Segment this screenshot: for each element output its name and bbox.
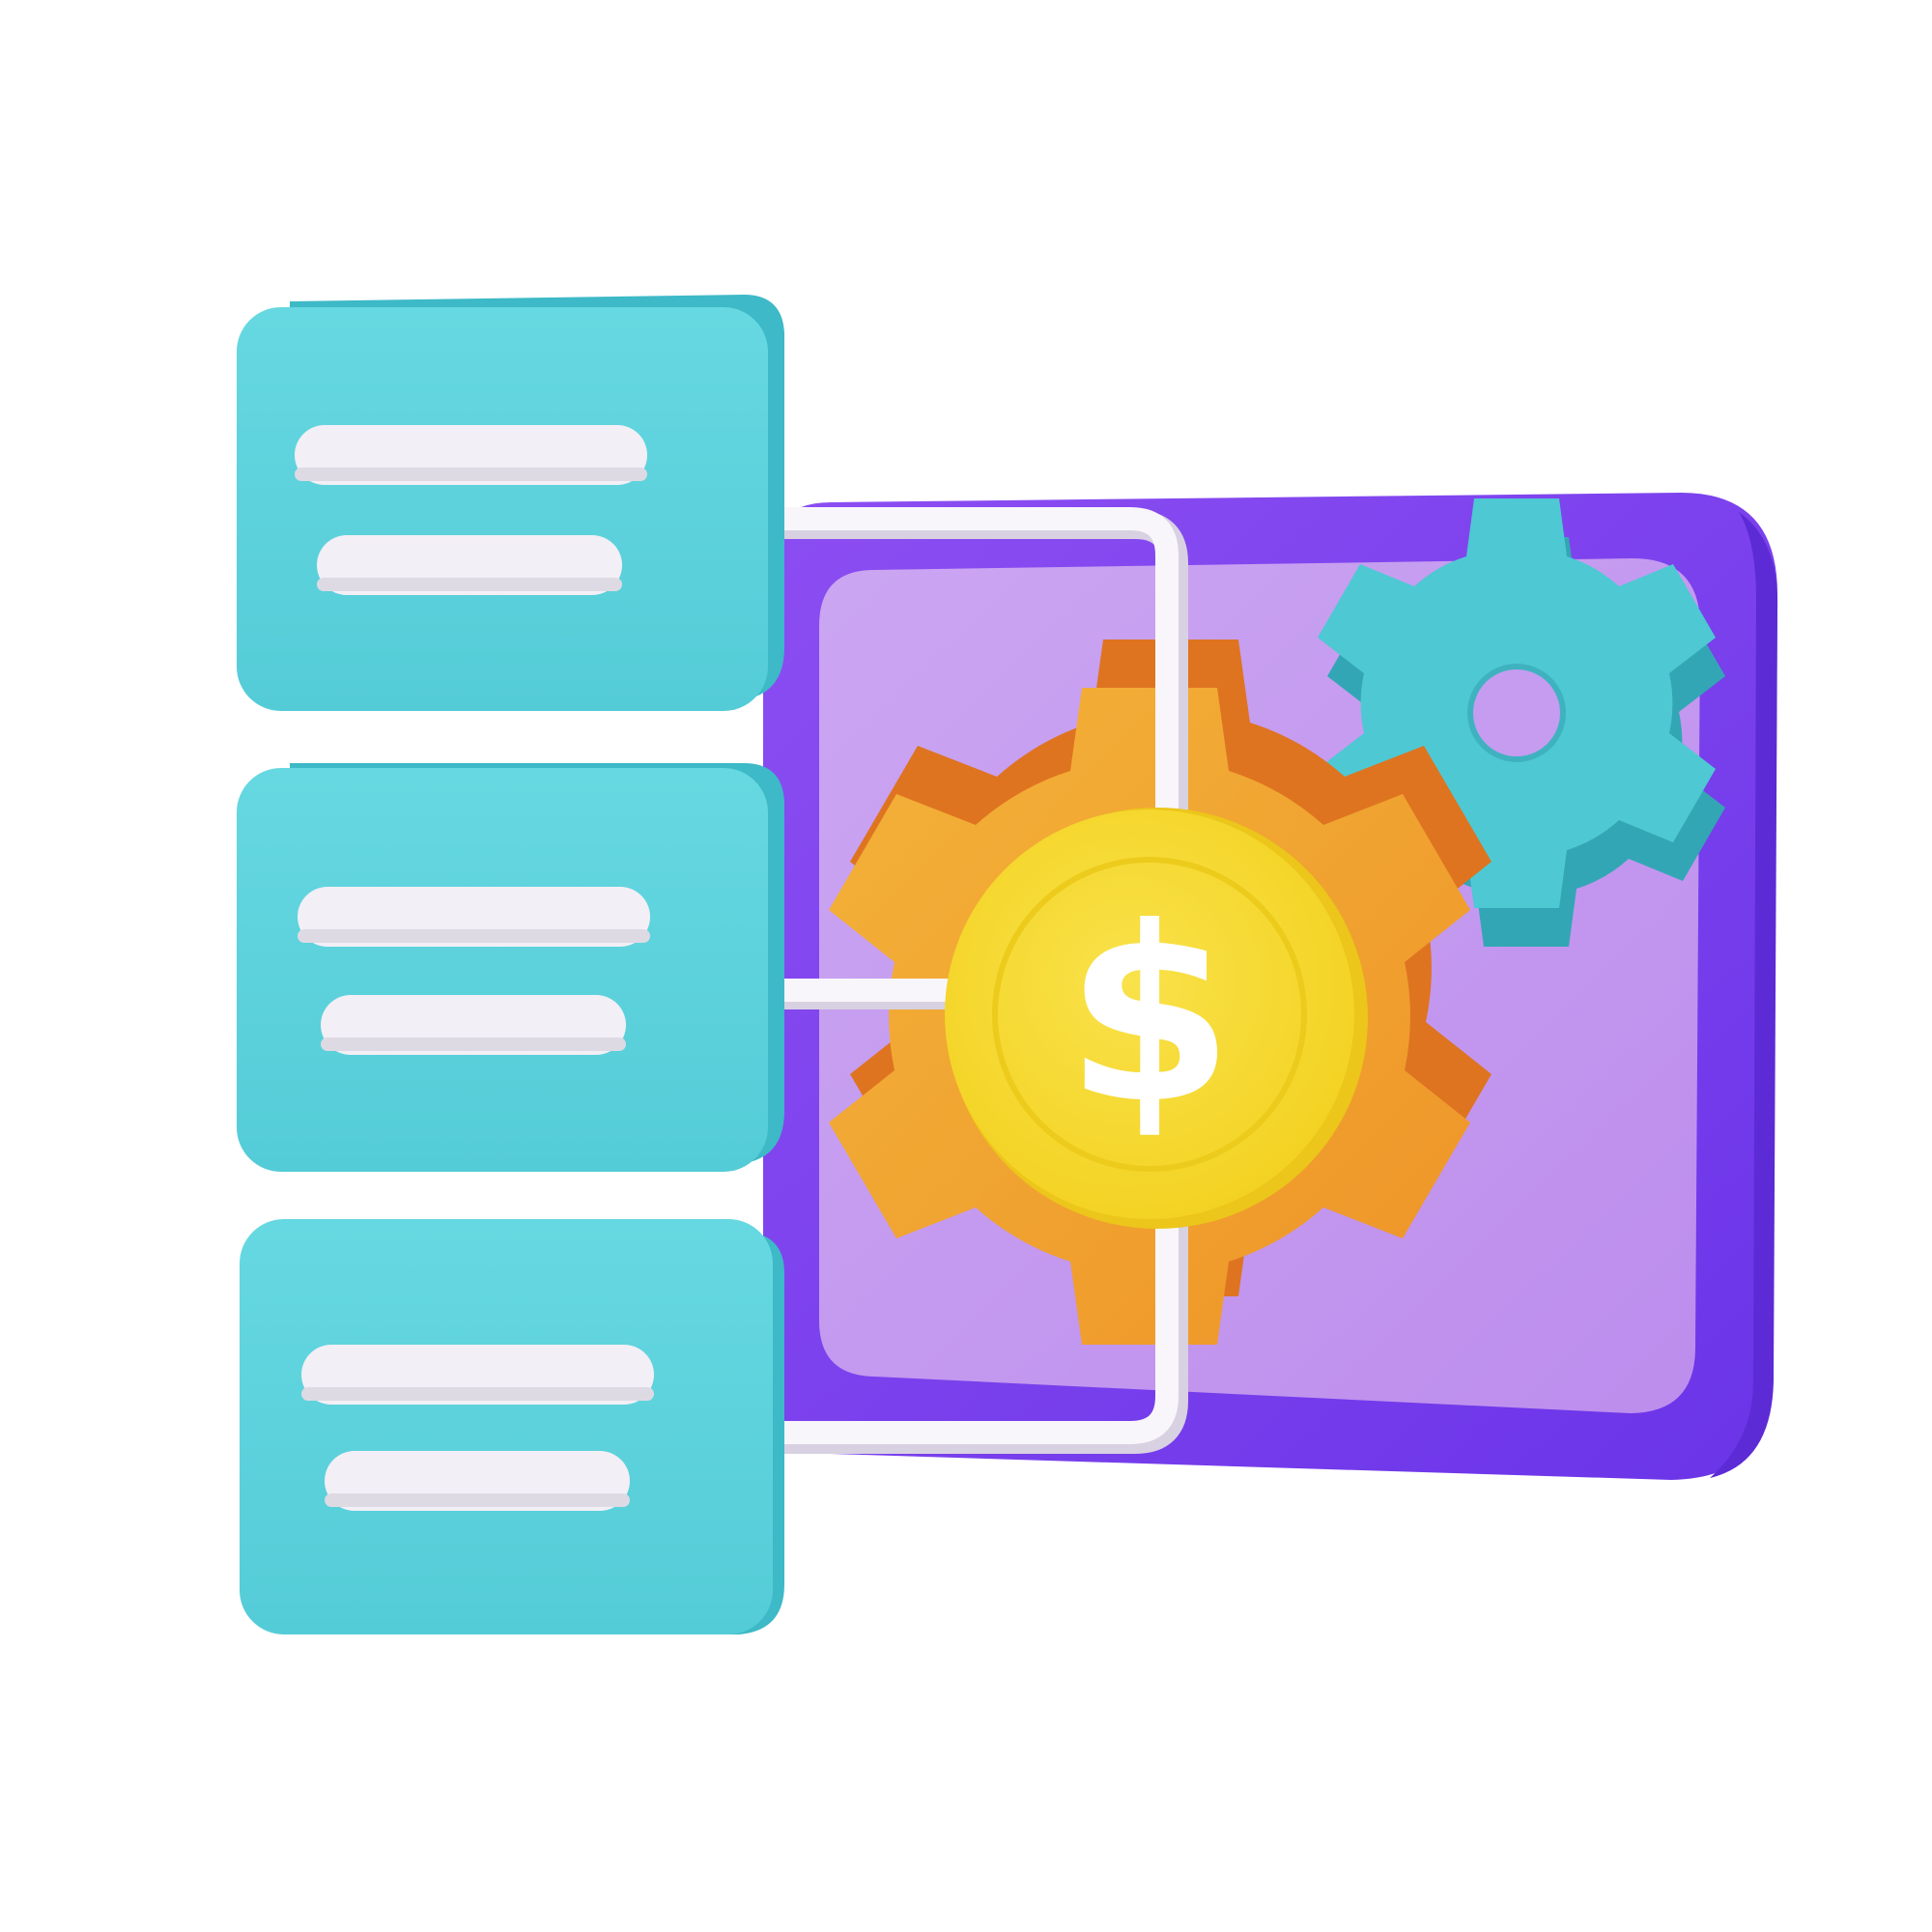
finance-workflow-illustration: $ [237,295,1778,1634]
card-line-2-shade [325,1493,630,1507]
card-line-1-shade [295,468,647,481]
document-card-icon [240,1219,784,1634]
dollar-coin-icon: $ [945,808,1368,1229]
coin-dollar-symbol: $ [1065,875,1234,1156]
card-face [237,307,768,711]
card-face [237,768,768,1172]
card-line-2-shade [321,1037,626,1051]
document-card-icon [237,295,784,711]
card-line-2-shade [317,578,622,591]
card-face [240,1219,773,1634]
card-line-1-shade [298,929,650,943]
document-card-icon [237,763,784,1172]
card-line-1-shade [301,1387,654,1401]
